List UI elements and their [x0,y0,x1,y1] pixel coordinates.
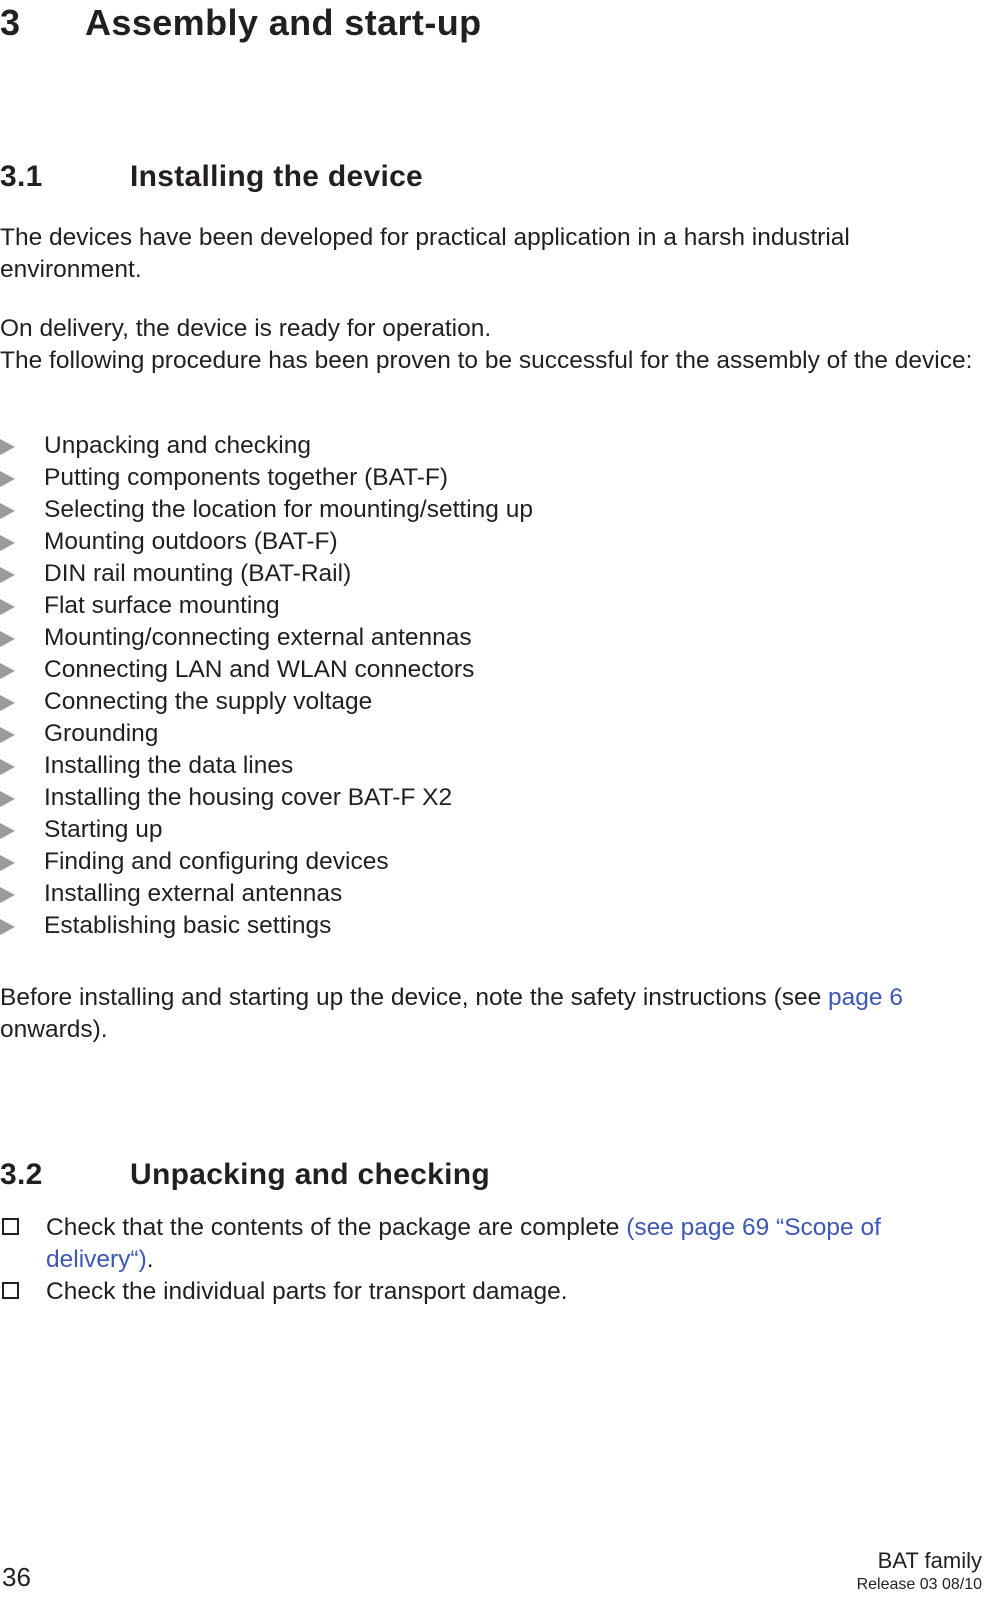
checkbox-icon[interactable] [2,1218,19,1235]
arrow-right-icon [0,823,15,839]
arrow-right-icon [0,695,15,711]
list-item: Finding and configuring devices [0,846,940,878]
arrow-right-icon [0,599,15,615]
list-item: Putting components together (BAT-F) [0,462,940,494]
list-item-label: Finding and configuring devices [44,848,389,875]
list-item-label: Installing the housing cover BAT-F X2 [44,784,453,811]
list-item: Mounting outdoors (BAT-F) [0,526,940,558]
list-item-label: Starting up [44,816,163,843]
list-item: Installing external antennas [0,878,940,910]
arrow-right-icon [0,567,15,583]
section-title-32: Unpacking and checking [130,1158,491,1191]
footer-release-info: Release 03 08/10 [856,1576,982,1593]
list-item: Selecting the location for mounting/sett… [0,494,940,526]
list-item-label: Mounting/connecting external antennas [44,624,472,651]
arrow-right-icon [0,919,15,935]
section-heading-unpacking: 3.2 Unpacking and checking [0,1158,490,1192]
list-item-label: Unpacking and checking [44,432,311,459]
list-item: Check that the contents of the package a… [0,1212,960,1276]
arrow-right-icon [0,631,15,647]
chapter-title: Assembly and start-up [85,2,482,43]
arrow-right-icon [0,503,15,519]
list-item: Establishing basic settings [0,910,940,942]
checkbox-icon[interactable] [2,1282,19,1299]
section-number-32: 3.2 [0,1158,43,1191]
list-item-label: Flat surface mounting [44,592,280,619]
list-item: Installing the housing cover BAT-F X2 [0,782,940,814]
safety-note-paragraph: Before installing and starting up the de… [0,982,978,1046]
list-item-label: Check that the contents of the package a… [46,1214,627,1241]
page-6-link[interactable]: page 6 [828,984,903,1011]
list-item: Connecting LAN and WLAN connectors [0,654,940,686]
list-item-label: Putting components together (BAT-F) [44,464,448,491]
list-item: Installing the data lines [0,750,940,782]
section-heading-installing: 3.1 Installing the device [0,160,423,194]
list-item-label: Selecting the location for mounting/sett… [44,496,533,523]
list-item: Grounding [0,718,940,750]
safety-note-text-after: onwards). [0,1016,108,1043]
footer-product-name: BAT family [877,1548,982,1573]
safety-note-text-before: Before installing and starting up the de… [0,984,829,1011]
arrow-right-icon [0,471,15,487]
list-item-label: Connecting the supply voltage [44,688,373,715]
list-item-suffix: . [146,1246,154,1273]
chapter-heading: 3 Assembly and start-up [0,2,482,44]
list-item-label: Establishing basic settings [44,912,332,939]
list-item-label: Installing external antennas [44,880,343,907]
list-item: Starting up [0,814,940,846]
section-title-31: Installing the device [130,160,424,193]
arrow-right-icon [0,535,15,551]
arrow-right-icon [0,759,15,775]
procedure-paragraph-line-1: On delivery, the device is ready for ope… [0,315,492,342]
intro-paragraph: The devices have been developed for prac… [0,224,850,283]
procedure-paragraph: On delivery, the device is ready for ope… [0,313,978,377]
chapter-number: 3 [0,2,21,43]
list-item-label: Installing the data lines [44,752,294,779]
arrow-right-icon [0,855,15,871]
footer-page-number: 36 [2,1562,31,1592]
arrow-right-icon [0,663,15,679]
list-item: Flat surface mounting [0,590,940,622]
section-number-31: 3.1 [0,160,43,193]
arrow-right-icon [0,727,15,743]
list-item-label: Connecting LAN and WLAN connectors [44,656,475,683]
list-item: Unpacking and checking [0,430,940,462]
assembly-steps-list: Unpacking and checking Putting component… [0,430,940,942]
arrow-right-icon [0,439,15,455]
list-item-label: Grounding [44,720,159,747]
list-item: Mounting/connecting external antennas [0,622,940,654]
list-item-label: Mounting outdoors (BAT-F) [44,528,338,555]
arrow-right-icon [0,791,15,807]
list-item: DIN rail mounting (BAT-Rail) [0,558,940,590]
list-item-label: DIN rail mounting (BAT-Rail) [44,560,352,587]
list-item-label: Check the individual parts for transport… [46,1278,568,1305]
unpacking-checklist: Check that the contents of the package a… [0,1212,960,1308]
procedure-paragraph-line-2: The following procedure has been proven … [0,347,973,374]
document-page: 3 Assembly and start-up 3.1 Installing the… [0,0,984,1620]
list-item: Connecting the supply voltage [0,686,940,718]
footer-meta: BAT family Release 03 08/10 [857,1548,982,1595]
list-item: Check the individual parts for transport… [0,1276,960,1308]
arrow-right-icon [0,887,15,903]
